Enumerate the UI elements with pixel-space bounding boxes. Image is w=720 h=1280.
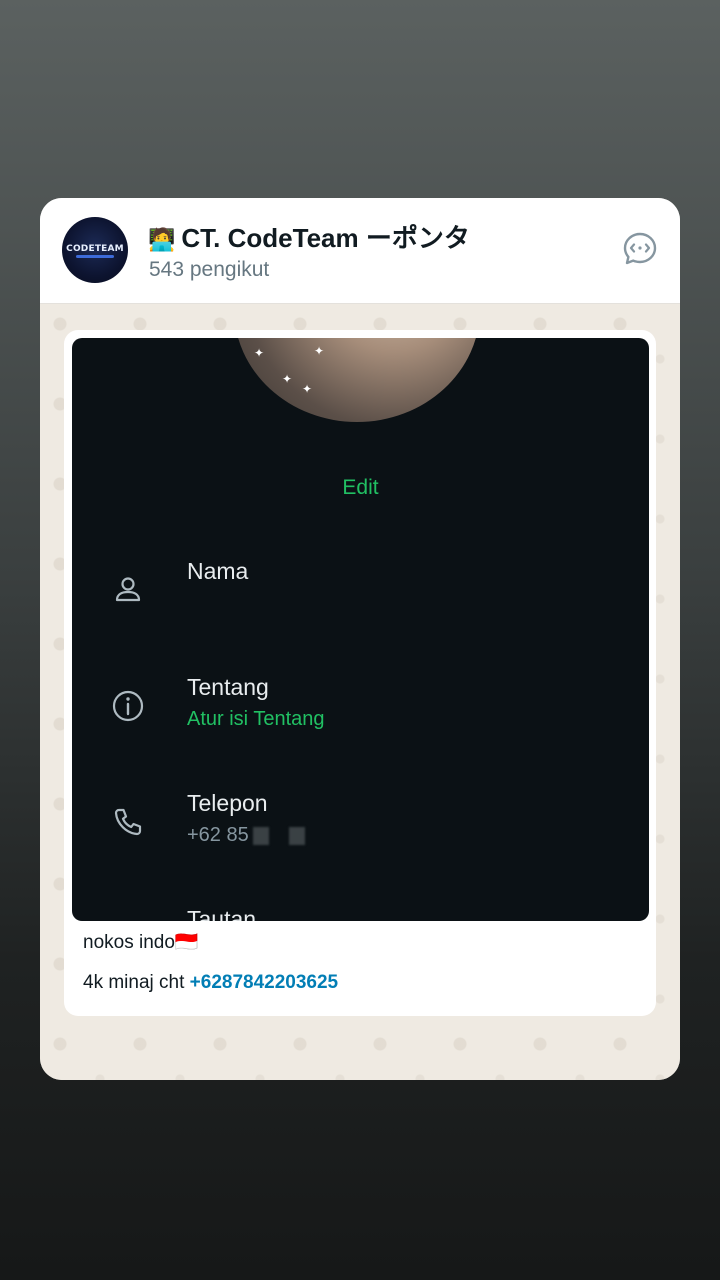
channel-title-emoji: 🧑‍💻	[148, 227, 176, 252]
avatar-logo-text: CODETEAM	[66, 244, 124, 254]
profile-row-links[interactable]: Tautan	[72, 906, 649, 921]
share-channel-button[interactable]	[620, 229, 660, 269]
message-text-line1: nokos indo🇮🇩	[83, 930, 199, 954]
redaction-block	[288, 826, 305, 845]
profile-row-value: +62 85	[187, 824, 305, 847]
message-image[interactable]: ✦ ✦ ✦ ✚ ✚ ✦ Edit Nama Tentang Atur isi T…	[72, 338, 649, 921]
phone-icon	[114, 808, 142, 836]
flag-emoji: 🇮🇩	[174, 932, 199, 953]
profile-row-value: Atur isi Tentang	[187, 708, 325, 730]
sparkle-icon: ✦	[282, 372, 293, 386]
chat-background: ✦ ✦ ✦ ✚ ✚ ✦ Edit Nama Tentang Atur isi T…	[40, 304, 680, 1080]
channel-header[interactable]: CODETEAM 🧑‍💻 CT. CodeTeam ーポンタ 543 pengik…	[40, 198, 680, 304]
edit-photo-link[interactable]: Edit	[72, 476, 649, 500]
share-channel-icon	[623, 232, 657, 265]
sparkle-icon: ✦	[254, 346, 265, 360]
sparkle-icon: ✚	[286, 406, 297, 420]
profile-photo: ✦ ✦ ✦ ✚ ✚ ✦	[234, 338, 480, 422]
profile-row-label: Telepon	[187, 790, 268, 816]
person-icon	[115, 577, 141, 602]
redaction-block	[252, 826, 269, 845]
profile-row-label: Tentang	[187, 674, 269, 700]
message-text: nokos indo	[83, 932, 175, 953]
profile-row-name[interactable]: Nama	[72, 558, 649, 638]
profile-row-about[interactable]: Tentang Atur isi Tentang	[72, 674, 649, 754]
channel-avatar[interactable]: CODETEAM	[62, 217, 128, 283]
channel-update-card: CODETEAM 🧑‍💻 CT. CodeTeam ーポンタ 543 pengik…	[40, 198, 680, 1080]
followers-count: 543 pengikut	[149, 258, 270, 281]
sparkle-icon: ✦	[302, 382, 313, 396]
message-bubble[interactable]: ✦ ✦ ✦ ✚ ✚ ✦ Edit Nama Tentang Atur isi T…	[64, 330, 656, 1016]
channel-title: 🧑‍💻 CT. CodeTeam ーポンタ	[148, 218, 470, 255]
message-text-line2: 4k minaj cht +6287842203625	[83, 972, 338, 994]
avatar-logo-bar	[76, 255, 114, 258]
sparkle-icon: ✦	[314, 344, 325, 358]
message-text: 4k minaj cht	[83, 972, 190, 993]
profile-row-label: Tautan	[187, 906, 257, 921]
sparkle-icon: ✚	[264, 392, 275, 406]
phone-number-link[interactable]: +6287842203625	[190, 972, 338, 993]
profile-row-label: Nama	[187, 558, 249, 584]
profile-row-phone[interactable]: Telepon +62 85	[72, 790, 649, 870]
phone-partial: +62 85	[187, 824, 249, 846]
info-icon	[112, 690, 144, 722]
channel-name: CT. CodeTeam ーポンタ	[181, 223, 470, 253]
